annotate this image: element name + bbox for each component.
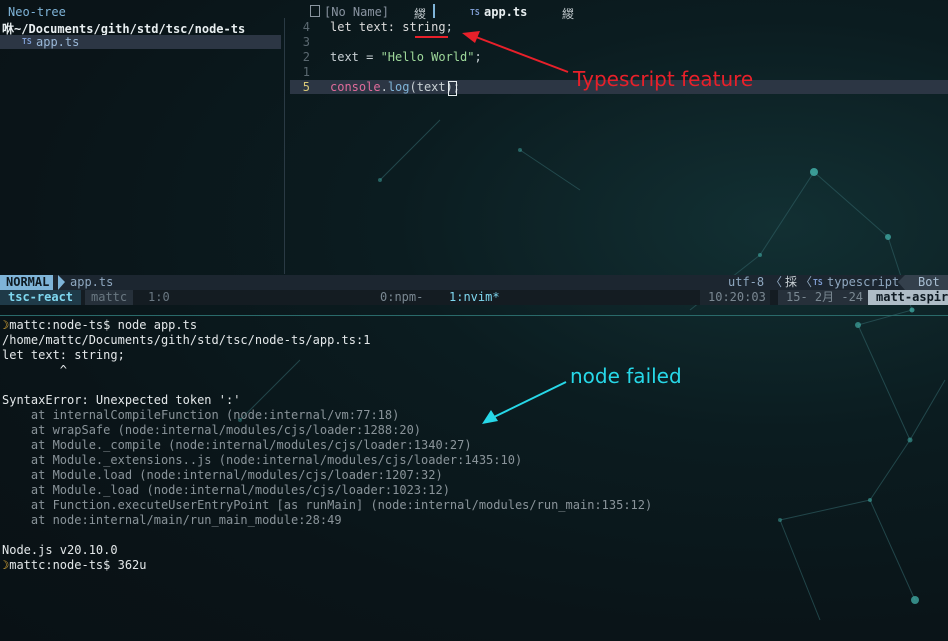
terminal-line-text: at internalCompileFunction (node:interna…: [2, 408, 400, 422]
tmux-date-block: 15- 2月 -24: [778, 290, 868, 305]
tab-active-indicator: [433, 4, 435, 18]
code-token-type: string: [402, 20, 446, 34]
typescript-arrow: [475, 36, 569, 73]
tmux-hostname-block: matt-aspire: [868, 290, 948, 305]
code-token-string: "Hello World": [380, 50, 475, 64]
annotation-node-failed: node failed: [570, 364, 682, 388]
terminal-line: Node.js v20.10.0: [2, 543, 118, 557]
line-number: 4: [302, 20, 310, 34]
code-token: (text): [409, 80, 453, 94]
mode-separator-icon: [58, 275, 65, 290]
terminal-line: at Module._compile (node:internal/module…: [2, 438, 472, 452]
code-token: ;: [474, 50, 482, 64]
terminal-line-text: at Module._extensions..js (node:internal…: [2, 453, 523, 467]
mode-indicator: NORMAL: [0, 275, 54, 290]
terminal-line-text: Node.js v20.10.0: [2, 543, 118, 557]
terminal-line: at node:internal/main/run_main_module:28…: [2, 513, 342, 527]
neo-tree-root-path-label: ~/Documents/gith/std/tsc/node-ts: [14, 22, 246, 36]
terminal-prompt-line: ☽mattc:node-ts$ node app.ts: [2, 318, 197, 332]
typescript-file-icon: TS: [470, 8, 480, 17]
terminal-line-text: ^: [2, 363, 68, 377]
line-number-current: 5: [302, 80, 310, 94]
tab-app-ts[interactable]: app.ts: [484, 5, 527, 19]
terminal-line: ^: [2, 363, 67, 377]
code-line: console.log(text);: [330, 80, 460, 94]
status-encoding: utf-8: [728, 275, 765, 289]
terminal-line: at wrapSafe (node:internal/modules/cjs/l…: [2, 423, 421, 437]
file-icon: [310, 5, 320, 17]
terminal-line: at Module._extensions..js (node:internal…: [2, 453, 522, 467]
terminal-line-text: at Function.executeUserEntryPoint [as ru…: [2, 498, 653, 512]
nvim-statusline: NORMAL app.ts utf-8 〈 採 〈 TS typescript …: [0, 275, 948, 290]
tmux-time: 10:20:03: [708, 290, 766, 304]
status-filetype: typescript: [827, 275, 900, 289]
typescript-arrowhead: [462, 31, 480, 43]
tmux-clock: 10:20:03: [700, 290, 770, 305]
terminal-line-text: let text: string;: [2, 348, 125, 362]
tab-no-name[interactable]: [No Name]: [324, 5, 389, 19]
code-token: text =: [330, 50, 381, 64]
tmux-date: 15- 2月 -24: [786, 290, 864, 304]
terminal-line-text: mattc:node-ts$ 362u: [9, 558, 147, 572]
pane-border: [0, 315, 948, 316]
status-filename: app.ts: [70, 275, 114, 289]
neo-tree-panel: Neo-tree 咻~/Documents/gith/std/tsc/node-…: [0, 0, 282, 274]
terminal-line-text: at Module._compile (node:internal/module…: [2, 438, 472, 452]
tmux-hostname: matt-aspire: [876, 290, 948, 304]
text-cursor: [448, 81, 457, 96]
tmux-session-name[interactable]: tsc-react: [0, 290, 82, 305]
neo-tree-file-item[interactable]: TS app.ts: [0, 35, 281, 49]
code-token: .: [380, 80, 388, 94]
status-separator-icon: 〈: [800, 275, 813, 289]
node-failed-arrowhead: [482, 410, 498, 424]
code-token-console: console: [330, 80, 381, 94]
terminal-line-text: SyntaxError: Unexpected token ':': [2, 393, 241, 407]
neo-tree-title: Neo-tree: [8, 5, 66, 19]
position-separator-icon: [898, 275, 905, 290]
code-token-log: log: [387, 80, 410, 94]
tmux-user: mattc: [85, 290, 134, 305]
code-line: let text: string;: [330, 20, 453, 34]
terminal-line-text: mattc:node-ts$ node app.ts: [9, 318, 198, 332]
buffer-tabline: [No Name] 緵 TS app.ts 緵: [300, 4, 590, 22]
pane-divider: [284, 18, 285, 274]
line-number: 1: [302, 65, 310, 79]
annotation-typescript-feature: Typescript feature: [573, 67, 754, 91]
tmux-window-nvim[interactable]: 1:nvim*: [449, 290, 500, 305]
terminal-line-text: at node:internal/main/run_main_module:28…: [2, 513, 342, 527]
terminal-line: at Module.load (node:internal/modules/cj…: [2, 468, 443, 482]
terminal-line: let text: string;: [2, 348, 125, 362]
terminal-line: at Module._load (node:internal/modules/c…: [2, 483, 450, 497]
terminal-line: at Function.executeUserEntryPoint [as ru…: [2, 498, 652, 512]
terminal-line-text: /home/mattc/Documents/gith/std/tsc/node-…: [2, 333, 371, 347]
terminal-screen: Neo-tree 咻~/Documents/gith/std/tsc/node-…: [0, 0, 948, 641]
terminal-prompt-line: ☽mattc:node-ts$ 362u: [2, 558, 147, 572]
terminal-line: SyntaxError: Unexpected token ':': [2, 393, 240, 407]
tmux-status-bar: tsc-react mattc 1:0 0:npm- 1:nvim* 10:20…: [0, 290, 948, 305]
tmux-window-npm[interactable]: 0:npm-: [380, 290, 423, 305]
line-number: 3: [302, 35, 310, 49]
line-number: 2: [302, 50, 310, 64]
terminal-line: at internalCompileFunction (node:interna…: [2, 408, 399, 422]
os-icon: 採: [785, 275, 798, 289]
neo-tree-file-label: app.ts: [36, 35, 80, 49]
terminal-line-text: at Module._load (node:internal/modules/c…: [2, 483, 450, 497]
status-separator-icon: 〈: [770, 275, 783, 289]
tmux-pane-position: 1:0: [148, 290, 170, 304]
code-line: text = "Hello World";: [330, 50, 482, 64]
status-position: Bot: [905, 275, 948, 290]
folder-icon: 咻: [2, 22, 15, 36]
terminal-line: /home/mattc/Documents/gith/std/tsc/node-…: [2, 333, 370, 347]
terminal-line-text: at Module.load (node:internal/modules/cj…: [2, 468, 443, 482]
typescript-file-icon: TS: [22, 37, 32, 46]
typescript-file-icon: TS: [813, 278, 823, 287]
status-position-label: Bot: [918, 275, 940, 289]
code-token: let text:: [330, 20, 403, 34]
code-token: ;: [445, 20, 453, 34]
terminal-line-text: at wrapSafe (node:internal/modules/cjs/l…: [2, 423, 422, 437]
node-failed-arrow: [493, 381, 567, 418]
tab-app-ts-close-icon[interactable]: 緵: [562, 5, 574, 22]
